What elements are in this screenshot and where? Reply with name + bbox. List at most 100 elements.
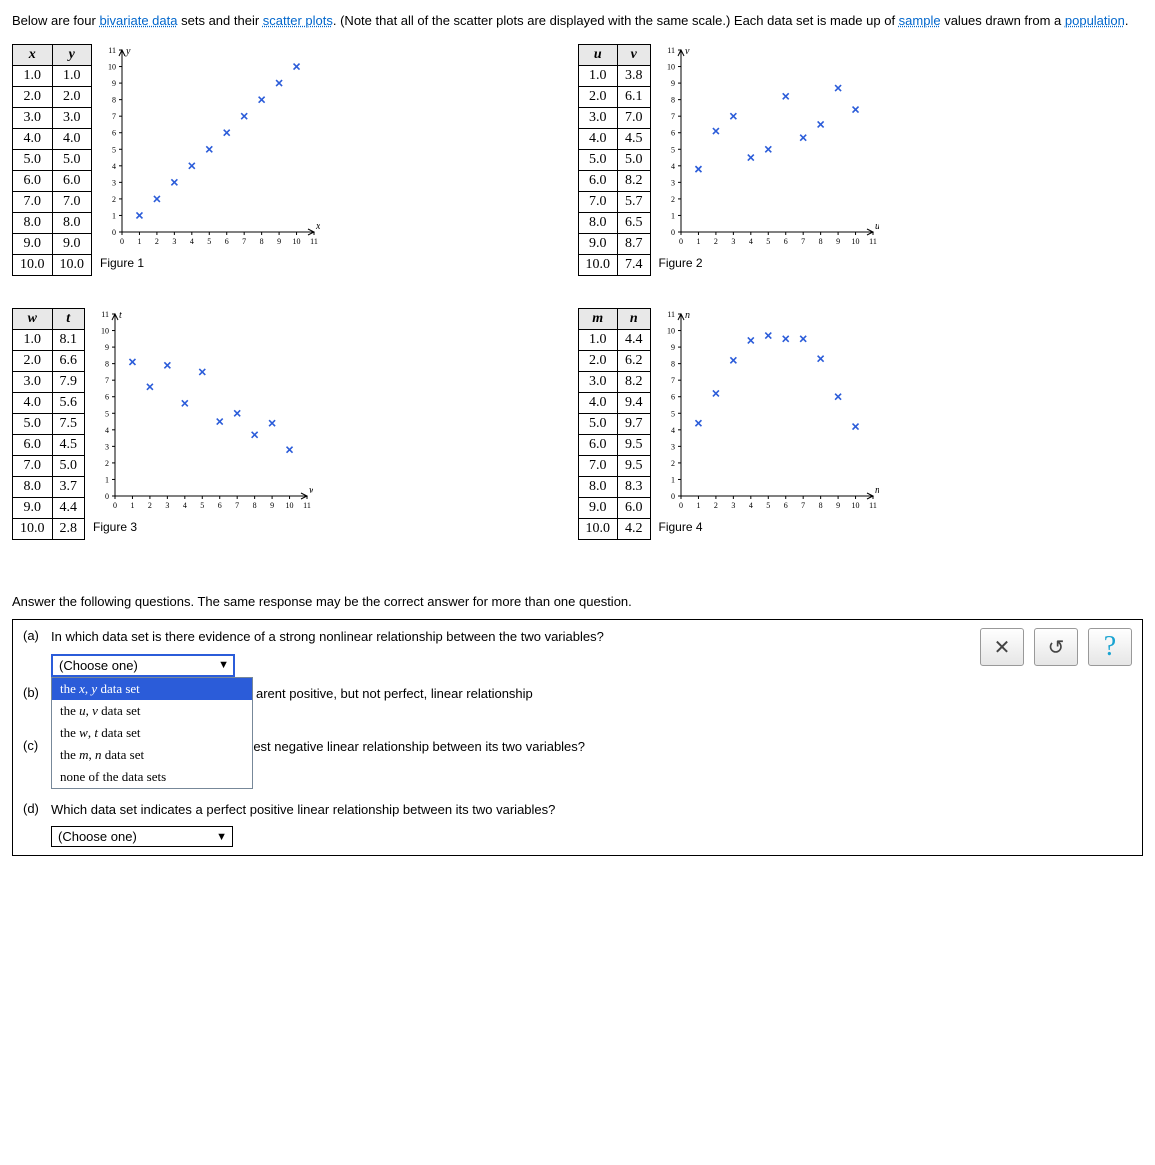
svg-text:9: 9	[112, 79, 116, 88]
table-row: 2.06.2	[578, 351, 650, 372]
table-row: 4.09.4	[578, 393, 650, 414]
q-c-label: (c)	[23, 738, 51, 753]
table-row: 6.08.2	[578, 171, 650, 192]
svg-text:10: 10	[101, 327, 109, 336]
scatter-plot-wt: 0011223344556677889910101111wt	[93, 308, 313, 518]
scatter-plot-xy: 0011223344556677889910101111xy	[100, 44, 320, 254]
table-row: 10.04.2	[578, 519, 650, 540]
svg-text:7: 7	[801, 501, 805, 510]
svg-text:5: 5	[105, 409, 109, 418]
link-sample[interactable]: sample	[899, 13, 941, 28]
table-row: 4.04.5	[578, 129, 650, 150]
svg-text:1: 1	[671, 476, 675, 485]
select-option[interactable]: the x, y data set	[52, 678, 252, 700]
table-row: 2.06.6	[13, 351, 85, 372]
svg-text:9: 9	[105, 343, 109, 352]
table-row: 7.05.0	[13, 456, 85, 477]
svg-text:3: 3	[671, 443, 675, 452]
svg-text:10: 10	[667, 63, 675, 72]
table-row: 8.08.3	[578, 477, 650, 498]
table-row: 9.04.4	[13, 498, 85, 519]
svg-text:2: 2	[105, 459, 109, 468]
svg-text:4: 4	[190, 237, 194, 246]
svg-text:3: 3	[172, 237, 176, 246]
table-row: 1.08.1	[13, 330, 85, 351]
svg-text:10: 10	[286, 501, 294, 510]
select-option[interactable]: the u, v data set	[52, 700, 252, 722]
link-population[interactable]: population	[1065, 13, 1125, 28]
svg-text:6: 6	[671, 129, 675, 138]
svg-text:0: 0	[679, 501, 683, 510]
svg-text:1: 1	[112, 212, 116, 221]
svg-text:11: 11	[101, 310, 109, 319]
svg-text:2: 2	[155, 237, 159, 246]
help-button[interactable]: ?	[1088, 628, 1132, 666]
svg-text:5: 5	[671, 145, 675, 154]
table-row: 5.09.7	[578, 414, 650, 435]
svg-text:0: 0	[671, 492, 675, 501]
svg-text:9: 9	[671, 343, 675, 352]
q-b-text-partial: arent positive, but not perfect, linear …	[256, 686, 533, 701]
table-row: 6.06.0	[13, 171, 92, 192]
q-a-select[interactable]: (Choose one)▼ the x, y data setthe u, v …	[51, 654, 235, 677]
svg-text:2: 2	[671, 195, 675, 204]
svg-text:1: 1	[105, 476, 109, 485]
svg-text:7: 7	[671, 112, 675, 121]
table-row: 7.07.0	[13, 192, 92, 213]
table-row: 10.07.4	[578, 255, 650, 276]
q-d-select[interactable]: (Choose one)▼	[51, 826, 233, 847]
svg-text:8: 8	[818, 237, 822, 246]
svg-text:m: m	[875, 485, 879, 496]
svg-text:5: 5	[207, 237, 211, 246]
svg-text:2: 2	[713, 501, 717, 510]
svg-text:4: 4	[671, 426, 675, 435]
table-row: 2.02.0	[13, 87, 92, 108]
table-row: 2.06.1	[578, 87, 650, 108]
select-option[interactable]: none of the data sets	[52, 766, 252, 788]
svg-text:6: 6	[112, 129, 116, 138]
table-row: 10.010.0	[13, 255, 92, 276]
svg-text:0: 0	[679, 237, 683, 246]
svg-text:1: 1	[671, 212, 675, 221]
help-icon: ?	[1104, 631, 1116, 663]
table-row: 9.09.0	[13, 234, 92, 255]
answer-instruction: Answer the following questions. The same…	[12, 594, 1143, 609]
reset-icon: ↺	[1048, 635, 1065, 660]
data-table-xy: xy1.01.02.02.03.03.04.04.05.05.06.06.07.…	[12, 44, 92, 276]
link-scatter-plots[interactable]: scatter plots	[263, 13, 333, 28]
figure-caption-wt: Figure 3	[93, 520, 313, 534]
svg-text:v: v	[685, 46, 690, 57]
svg-text:y: y	[125, 46, 131, 57]
table-row: 8.06.5	[578, 213, 650, 234]
svg-text:7: 7	[242, 237, 246, 246]
svg-text:8: 8	[818, 501, 822, 510]
svg-text:6: 6	[783, 237, 787, 246]
table-row: 7.09.5	[578, 456, 650, 477]
scatter-plot-uv: 0011223344556677889910101111uv	[659, 44, 879, 254]
svg-text:8: 8	[671, 96, 675, 105]
svg-text:5: 5	[671, 409, 675, 418]
q-a-options[interactable]: the x, y data setthe u, v data setthe w,…	[51, 677, 253, 789]
svg-text:3: 3	[105, 443, 109, 452]
data-table-uv: uv1.03.82.06.13.07.04.04.55.05.06.08.27.…	[578, 44, 651, 276]
link-bivariate-data[interactable]: bivariate data	[99, 13, 177, 28]
table-row: 3.08.2	[578, 372, 650, 393]
select-option[interactable]: the m, n data set	[52, 744, 252, 766]
svg-text:10: 10	[851, 237, 859, 246]
svg-text:0: 0	[671, 228, 675, 237]
svg-text:10: 10	[108, 63, 116, 72]
svg-text:11: 11	[667, 310, 675, 319]
reset-button[interactable]: ↺	[1034, 628, 1078, 666]
svg-text:4: 4	[105, 426, 109, 435]
svg-text:11: 11	[869, 501, 877, 510]
select-option[interactable]: the w, t data set	[52, 722, 252, 744]
svg-text:6: 6	[105, 393, 109, 402]
table-row: 5.05.0	[578, 150, 650, 171]
svg-text:n: n	[685, 310, 690, 321]
svg-text:10: 10	[667, 327, 675, 336]
table-row: 3.07.9	[13, 372, 85, 393]
svg-text:1: 1	[137, 237, 141, 246]
clear-button[interactable]: ✕	[980, 628, 1024, 666]
svg-text:2: 2	[713, 237, 717, 246]
svg-text:8: 8	[112, 96, 116, 105]
